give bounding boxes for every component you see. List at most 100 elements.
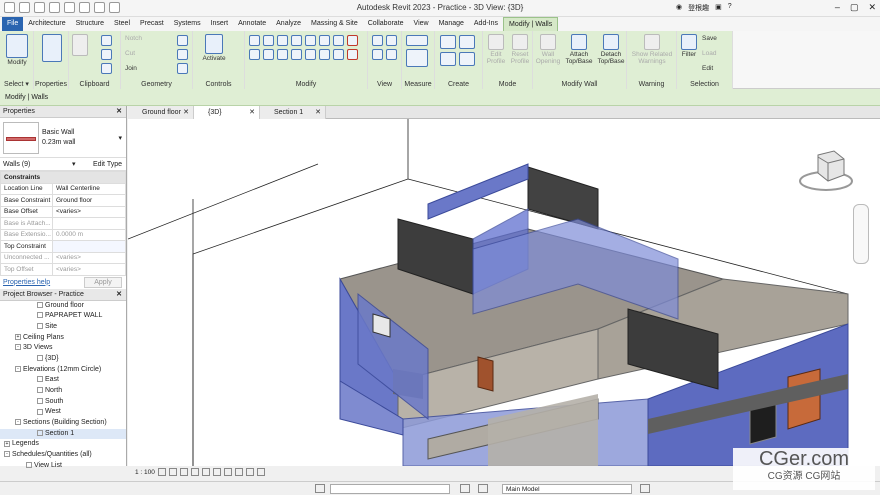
move-icon[interactable] (249, 49, 260, 60)
tab-manage[interactable]: Manage (434, 17, 469, 31)
create-group-icon[interactable] (440, 52, 456, 66)
apply-button[interactable]: Apply (84, 276, 122, 288)
edit-selection-button[interactable]: Edit (702, 65, 730, 72)
main-model-selector[interactable]: Main Model (502, 484, 632, 494)
split-face-icon[interactable] (177, 49, 188, 60)
align-icon[interactable] (249, 35, 260, 46)
similar-icon[interactable] (459, 52, 475, 66)
view-tab[interactable]: Section 1 ✕ (260, 106, 326, 119)
browser-item[interactable]: + Ceiling Plans (0, 333, 126, 344)
tab-annotate[interactable]: Annotate (233, 17, 271, 31)
lock-view-icon[interactable] (234, 468, 243, 476)
expand-icon[interactable]: + (4, 440, 10, 447)
property-value[interactable]: Wall Centerline (52, 182, 126, 195)
property-row[interactable]: Constraints (0, 171, 126, 184)
shadows-icon[interactable] (190, 468, 199, 476)
activate-button[interactable]: Activate (195, 34, 233, 62)
property-value[interactable]: Ground floor (52, 194, 126, 207)
copy-icon[interactable] (101, 49, 112, 60)
browser-item[interactable]: East (0, 375, 126, 386)
properties-button[interactable] (38, 34, 66, 63)
detail-level-icon[interactable] (157, 468, 166, 476)
crop-icon[interactable] (212, 468, 221, 476)
close-icon[interactable]: ✕ (868, 2, 876, 13)
array-icon[interactable] (305, 49, 316, 60)
3d-view-canvas[interactable] (128, 119, 880, 466)
collapse-icon[interactable]: - (15, 419, 21, 426)
property-row[interactable]: Base Extensio... 0.0000 m (0, 228, 126, 241)
notch-button[interactable]: Notch (125, 35, 175, 42)
browser-item[interactable]: + Legends (0, 439, 126, 450)
minimize-icon[interactable]: – (835, 2, 840, 13)
split-icon[interactable] (305, 35, 316, 46)
isolate-icon[interactable] (386, 49, 397, 60)
property-value[interactable] (52, 240, 126, 253)
tab-modify-walls[interactable]: Modify | Walls (503, 17, 559, 31)
tab-collaborate[interactable]: Collaborate (363, 17, 409, 31)
trim-extend-icon[interactable] (347, 49, 358, 60)
hide-icon[interactable] (372, 35, 383, 46)
property-value[interactable]: <varies> (52, 263, 126, 276)
linework-icon[interactable] (372, 49, 383, 60)
show-warnings-button[interactable]: Show Related Warnings (629, 34, 675, 65)
property-row[interactable]: Base Offset <varies> (0, 205, 126, 218)
browser-item[interactable]: -3D Views (0, 343, 126, 354)
tab-precast[interactable]: Precast (135, 17, 169, 31)
tab-analyze[interactable]: Analyze (271, 17, 306, 31)
override-icon[interactable] (386, 35, 397, 46)
delete-icon[interactable] (347, 35, 358, 46)
collapse-icon[interactable]: - (15, 344, 21, 351)
type-selector[interactable]: Basic Wall 0.23m wall ▾ (0, 118, 126, 158)
join-button[interactable]: Join (125, 65, 175, 72)
reveal-hidden-icon[interactable] (256, 468, 265, 476)
navigation-bar[interactable] (853, 204, 869, 264)
create-assembly-icon[interactable] (440, 35, 456, 49)
modify-button[interactable]: Modify (3, 34, 31, 66)
collapse-icon[interactable]: - (15, 365, 21, 372)
tab-add-ins[interactable]: Add-Ins (469, 17, 503, 31)
close-tab-icon[interactable]: ✕ (249, 106, 255, 119)
reset-profile-button[interactable]: Reset Profile (508, 34, 532, 65)
rotate-icon[interactable] (277, 49, 288, 60)
mirror-axis-icon[interactable] (277, 35, 288, 46)
wall-opening-button[interactable]: Wall Opening (534, 34, 562, 65)
property-row[interactable]: Base is Attach... (0, 217, 126, 230)
copy-tool-icon[interactable] (263, 49, 274, 60)
tab-structure[interactable]: Structure (71, 17, 109, 31)
help-icon[interactable]: ? (728, 3, 732, 13)
browser-item[interactable]: - Schedules/Quantities (all) (0, 450, 126, 461)
unpin-icon[interactable] (333, 49, 344, 60)
attach-top-base-button[interactable]: Attach Top/Base (563, 34, 595, 65)
select-dropdown[interactable]: Select ▾ (0, 80, 33, 88)
visual-style-icon[interactable] (168, 468, 177, 476)
close-tab-icon[interactable]: ✕ (183, 106, 189, 119)
editable-only-icon[interactable] (478, 484, 488, 493)
browser-item[interactable]: {3D} (0, 354, 126, 365)
browser-item[interactable]: South (0, 397, 126, 408)
collapse-icon[interactable]: - (4, 451, 10, 458)
filter-button[interactable]: Filter (679, 34, 699, 58)
browser-item[interactable]: - Elevations (12mm Circle) (0, 365, 126, 376)
property-value[interactable]: <varies> (52, 205, 126, 218)
match-icon[interactable] (101, 63, 112, 74)
property-row[interactable]: Location Line Wall Centerline (0, 182, 126, 195)
cut-button[interactable]: Cut (125, 50, 175, 57)
temp-hide-icon[interactable] (245, 468, 254, 476)
create-parts-icon[interactable] (459, 35, 475, 49)
property-value[interactable]: <varies> (52, 251, 126, 264)
measure-distance-icon[interactable] (406, 35, 428, 46)
save-selection-button[interactable]: Save (702, 35, 730, 42)
tab-insert[interactable]: Insert (206, 17, 234, 31)
property-value[interactable]: 0.0000 m (52, 228, 126, 241)
close-browser-icon[interactable]: ✕ (116, 289, 122, 301)
property-row[interactable]: Base Constraint Ground floor (0, 194, 126, 207)
property-value[interactable] (52, 217, 126, 230)
property-category[interactable]: Constraints (0, 171, 126, 184)
tab-massing-site[interactable]: Massing & Site (306, 17, 363, 31)
detach-top-base-button[interactable]: Detach Top/Base (595, 34, 627, 65)
trim-icon[interactable] (291, 49, 302, 60)
offset-icon[interactable] (263, 35, 274, 46)
edit-type-button[interactable]: Edit Type (93, 158, 122, 171)
browser-item[interactable]: View List (0, 461, 126, 472)
dimension-icon[interactable] (406, 49, 428, 67)
